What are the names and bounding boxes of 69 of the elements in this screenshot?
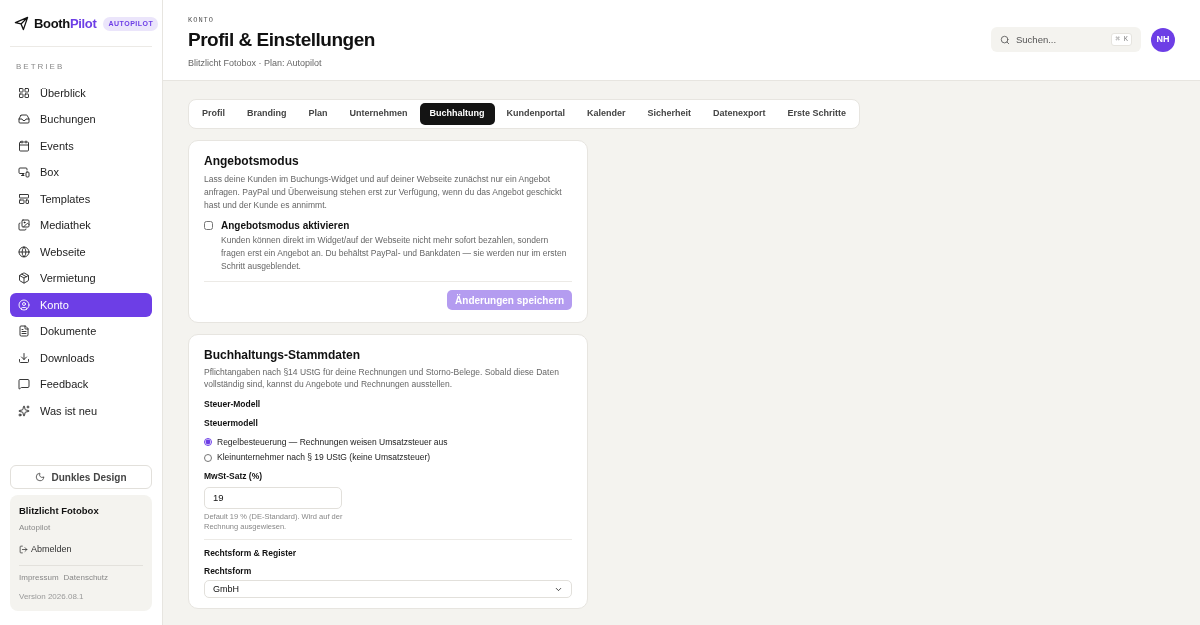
vat-input[interactable]: 19 xyxy=(204,486,342,509)
sidebar-item[interactable]: Mediathek xyxy=(10,213,152,238)
document-icon xyxy=(18,325,30,338)
user-avatar[interactable]: NH xyxy=(1151,27,1175,52)
section-heading: Rechtsform & Register xyxy=(204,546,298,560)
card-description: Pflichtangaben nach §14 UStG für deine Rechnungen und Storno-Belege. Sobald diese Daten vollständig sind, kannst du Angebote und Rechnungen ausstellen. xyxy=(204,366,560,390)
inbox-icon xyxy=(18,113,30,126)
version-text: Version 2026.08.1 xyxy=(19,591,85,603)
radio-label: Kleinunternehmer nach § 19 UStG (keine Umsatzsteuer) xyxy=(217,451,431,464)
tab[interactable]: Sicherheit xyxy=(637,103,702,125)
sidebar-item[interactable]: Events xyxy=(10,133,152,158)
search-icon xyxy=(1000,34,1010,45)
sparkles-icon xyxy=(18,404,30,417)
sidebar-item[interactable]: Konto xyxy=(10,292,152,317)
tab[interactable]: Unternehmen xyxy=(339,103,418,125)
sidebar-item[interactable]: Was ist neu xyxy=(10,398,152,423)
package-icon xyxy=(18,272,30,285)
checkbox-label: Angebotsmodus aktivieren xyxy=(221,219,351,233)
sidebar-item[interactable]: Webseite xyxy=(10,239,152,264)
section-label: BETRIEB xyxy=(15,60,66,73)
images-icon xyxy=(18,219,30,232)
sidebar-item[interactable]: Box xyxy=(10,160,152,185)
tab[interactable]: Plan xyxy=(298,103,338,125)
chat-icon xyxy=(18,378,30,391)
calendar-icon xyxy=(18,139,30,152)
checkbox[interactable] xyxy=(204,221,213,230)
account-name: Blitzlicht Fotobox xyxy=(19,504,100,519)
page-title: Profil & Einstellungen xyxy=(188,27,375,52)
search-input[interactable]: Suchen... xyxy=(1016,27,1106,52)
field-label: Steuermodell xyxy=(204,416,259,430)
radio-label: Regelbesteuerung — Rechnungen weisen Umsatzsteuer aus xyxy=(217,435,448,449)
tab[interactable]: Kundenportal xyxy=(496,103,576,125)
tab[interactable]: Kalender xyxy=(577,103,636,125)
card-title: Angebotsmodus xyxy=(204,153,300,170)
user-icon xyxy=(18,298,30,311)
tab[interactable]: Profil xyxy=(192,103,235,125)
brand-name: BoothPilot xyxy=(34,15,97,33)
card-title: Buchhaltungs-Stammdaten xyxy=(204,347,361,364)
moon-icon xyxy=(35,472,46,483)
logout-link[interactable]: Abmelden xyxy=(19,542,143,556)
sidebar-item[interactable]: Feedback xyxy=(10,372,152,397)
tab[interactable]: Buchhaltung xyxy=(419,103,495,125)
card-description: Lass deine Kunden im Buchungs-Widget und auf deiner Webseite zunächst nur ein Angebot anfragen. PayPal und Überweisung stehen erst zur Verfügung, wenn du das Angebot geschickt hast und der Kunde es annimmt. xyxy=(204,173,563,212)
paper-plane-icon xyxy=(14,16,29,32)
option-help: Kunden können direkt im Widget/auf der Webseite nicht mehr sofort bezahlen, sondern fragen erst ein Angebot an. Du behältst PayPal- und Bankdaten — sie werden nur im ersten Schritt ausgeblendet. xyxy=(221,234,568,273)
globe-icon xyxy=(18,245,30,258)
sidebar-item[interactable]: Dokumente xyxy=(10,319,152,344)
sidebar-item[interactable]: Buchungen xyxy=(10,107,152,132)
tab[interactable]: Erste Schritte xyxy=(777,103,857,125)
grid-icon xyxy=(18,86,30,99)
devices-icon xyxy=(18,166,30,179)
radio-button[interactable] xyxy=(204,453,212,462)
account-plan: Autopilot xyxy=(19,521,52,534)
dark-mode-button[interactable]: Dunkles Design xyxy=(10,465,152,490)
tab[interactable]: Branding xyxy=(237,103,297,125)
page-subtitle: Blitzlicht Fotobox · Plan: Autopilot xyxy=(188,56,323,70)
sidebar-item[interactable]: Downloads xyxy=(10,345,152,370)
radio-button[interactable] xyxy=(204,437,212,446)
logout-icon xyxy=(19,544,28,554)
section-heading: Steuer-Modell xyxy=(204,398,262,411)
sidebar-item[interactable]: Templates xyxy=(10,186,152,211)
template-icon xyxy=(18,192,30,205)
legal-form-select[interactable]: GmbH xyxy=(204,580,572,599)
sidebar-item[interactable]: Überblick xyxy=(10,80,152,105)
tab[interactable]: Datenexport xyxy=(703,103,776,125)
sidebar-item[interactable]: Vermietung xyxy=(10,266,152,291)
download-icon xyxy=(18,351,30,364)
field-label: MwSt-Satz (%) xyxy=(204,470,264,483)
field-label: Rechtsform xyxy=(204,564,253,578)
